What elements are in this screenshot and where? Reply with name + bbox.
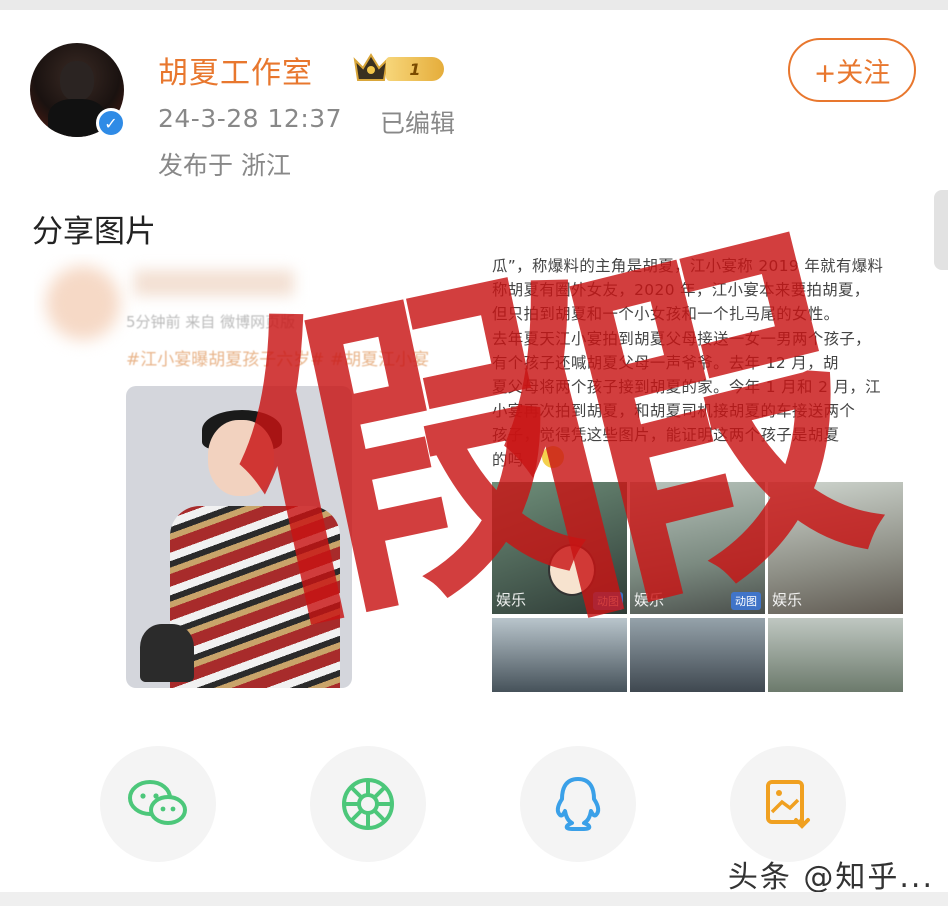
grid-photo: 娱乐 动图: [630, 482, 765, 614]
grid-photo-label: 娱乐: [772, 591, 803, 609]
grid-photo-label: 娱乐: [496, 591, 527, 609]
share-moments-button[interactable]: [310, 746, 426, 862]
photo-grid: 娱乐 动图 娱乐 动图 娱乐: [492, 482, 904, 696]
save-image-button[interactable]: [730, 746, 846, 862]
image-post-meta: 5分钟前 来自 微博网页版: [126, 313, 296, 331]
article-line: 夏父母将两个孩子接到胡夏的家。今年 1 月和 2 月，江: [492, 378, 881, 397]
top-status-strip: [0, 0, 948, 10]
article-line: 去年夏天江小宴拍到胡夏父母接送一女一男两个孩子，: [492, 329, 871, 348]
article-line: 瓜”，称爆料的主角是胡夏，江小宴称 2019 年就有爆料: [492, 257, 884, 275]
photo-vest: [170, 506, 340, 688]
blurred-username: [134, 270, 294, 296]
post-timestamp: 24-3-28 12:37: [158, 104, 343, 133]
wechat-icon: [128, 780, 187, 825]
follow-button[interactable]: +关注: [788, 38, 916, 102]
shared-image-right[interactable]: 瓜”，称爆料的主角是胡夏，江小宴称 2019 年就有爆料 称胡夏有圈外女友，20…: [480, 246, 916, 704]
image-article-text: 瓜”，称爆料的主角是胡夏，江小宴称 2019 年就有爆料 称胡夏有圈外女友，20…: [492, 254, 904, 472]
grid-photo: 娱乐: [768, 482, 903, 614]
image-hashtag: #江小宴曝胡夏孩子六岁# #胡夏江小宴: [126, 350, 430, 370]
grid-photo: 娱乐 动图: [492, 482, 627, 614]
avatar-face: [60, 61, 94, 101]
level-badge: 1: [386, 57, 444, 81]
blurred-avatar: [46, 266, 120, 340]
bottom-strip: [0, 892, 948, 906]
moments-icon: [342, 778, 394, 830]
article-line: 称胡夏有圈外女友，2020 年，江小宴本来要拍胡夏，: [492, 281, 870, 300]
watermark: 头条 @知乎...: [727, 860, 934, 895]
username[interactable]: 胡夏工作室: [158, 48, 313, 92]
article-line: 有个孩子还喊胡夏父母一声爷爷。去年 12 月，胡: [492, 353, 839, 372]
edited-label[interactable]: 已编辑: [380, 104, 455, 140]
photo-child: [140, 624, 194, 682]
photo-head: [208, 420, 274, 496]
side-handle[interactable]: [934, 190, 948, 270]
article-line: 但只拍到胡夏和一个小女孩和一个扎马尾的女性。: [492, 305, 840, 324]
share-qq-button[interactable]: [520, 746, 636, 862]
post-text: 分享图片: [32, 214, 156, 250]
grid-photo-label: 娱乐: [634, 591, 665, 609]
grid-photo: [492, 618, 627, 692]
grid-photo: [768, 618, 903, 692]
gif-badge: 动图: [731, 592, 761, 610]
emoji-icon: [542, 446, 564, 468]
save-image-icon: [766, 780, 810, 829]
shared-image-left[interactable]: 5分钟前 来自 微博网页版 #江小宴曝胡夏孩子六岁# #胡夏江小宴: [34, 254, 470, 704]
share-wechat-button[interactable]: [100, 746, 216, 862]
crown-icon: [353, 53, 389, 81]
article-line: 小宴再次拍到胡夏，和胡夏司机接胡夏的车接送两个: [492, 402, 856, 421]
verified-icon: ✓: [96, 108, 126, 138]
post-location: 发布于 浙江: [158, 151, 291, 180]
qq-icon: [555, 777, 601, 831]
gif-badge: 动图: [593, 592, 623, 610]
grid-photo: [630, 618, 765, 692]
cartoon-face-icon: [548, 544, 596, 596]
person-photo: [126, 386, 352, 688]
article-line: 孩子，觉得凭这些图片，能证明这两个孩子是胡夏: [492, 426, 840, 445]
